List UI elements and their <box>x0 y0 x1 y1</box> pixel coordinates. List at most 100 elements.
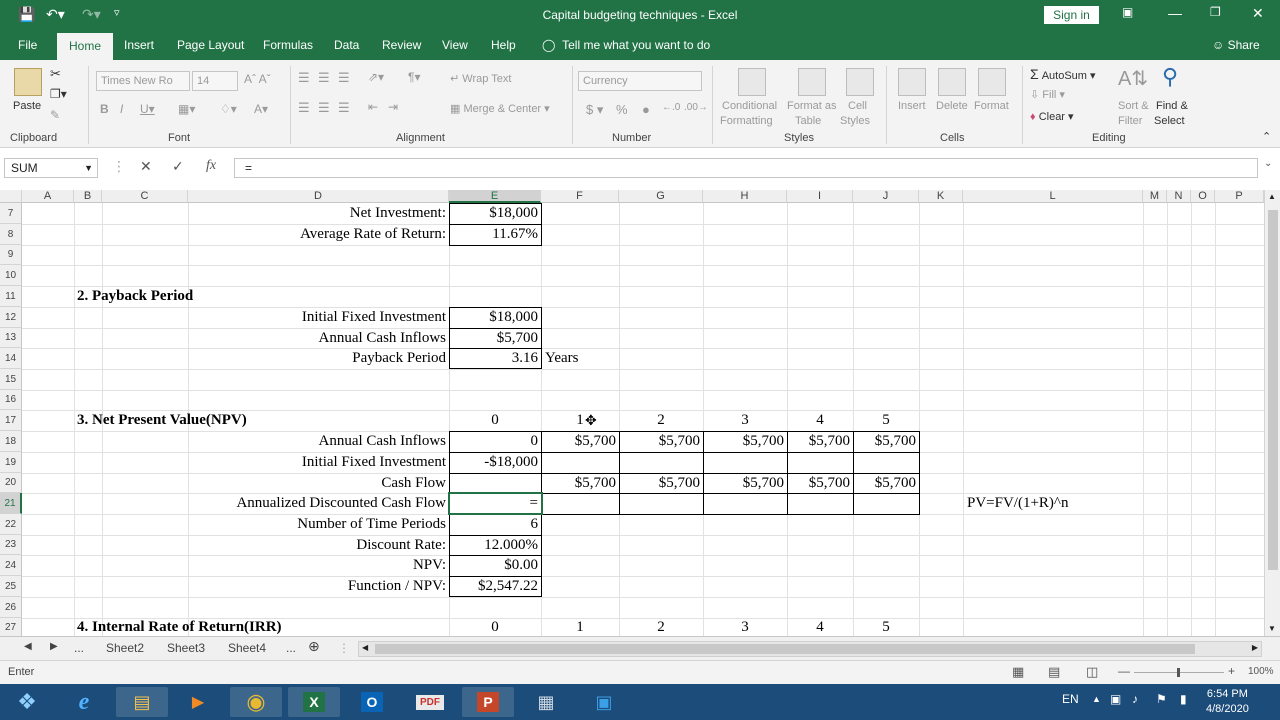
tab-insert[interactable]: Insert <box>124 30 154 60</box>
tab-review[interactable]: Review <box>382 30 421 60</box>
cell-g18[interactable]: $5,700 <box>619 431 700 451</box>
fill-button[interactable]: ⇩ Fill ▾ <box>1030 88 1065 101</box>
collapse-ribbon-icon[interactable]: ⌃ <box>1262 130 1271 143</box>
cell-styles-icon[interactable] <box>846 68 874 96</box>
input-language[interactable]: EN <box>1062 692 1079 706</box>
scroll-up-icon[interactable]: ▲ <box>1268 192 1276 201</box>
insert-cells-button[interactable]: Insert <box>898 100 926 112</box>
horizontal-scrollbar[interactable]: ◀ ▶ <box>358 641 1262 657</box>
format-cells-icon[interactable] <box>978 68 1006 96</box>
accounting-format-icon[interactable]: $ ▾ <box>586 102 603 118</box>
cell-g20[interactable]: $5,700 <box>619 473 700 493</box>
media-player-icon[interactable]: ▶ <box>172 687 224 717</box>
paste-button[interactable]: Paste <box>13 100 41 112</box>
cell-d22[interactable]: Number of Time Periods <box>188 514 446 534</box>
align-center-icon[interactable]: ☰ <box>318 100 330 116</box>
cell-j20[interactable]: $5,700 <box>853 473 916 493</box>
network-adapter-icon[interactable]: ▣ <box>1110 692 1121 706</box>
cell-d7[interactable]: Net Investment: <box>188 203 446 223</box>
row-header-14[interactable]: 14 <box>0 348 22 369</box>
sheet-ellipsis-left[interactable]: ... <box>74 641 84 655</box>
text-direction-icon[interactable]: ¶▾ <box>408 70 420 84</box>
row-header-26[interactable]: 26 <box>0 597 22 618</box>
borders-icon[interactable]: ▦▾ <box>178 102 195 116</box>
cell-i20[interactable]: $5,700 <box>787 473 850 493</box>
cell-i18[interactable]: $5,700 <box>787 431 850 451</box>
row-header-17[interactable]: 17 <box>0 410 22 431</box>
column-header-f[interactable]: F <box>541 190 619 203</box>
formula-input[interactable]: = <box>234 158 1258 178</box>
cell-l21[interactable]: PV=FV/(1+R)^n <box>967 493 1068 513</box>
row-header-11[interactable]: 11 <box>0 286 22 307</box>
zoom-level[interactable]: 100% <box>1248 666 1274 677</box>
cut-icon[interactable]: ✂ <box>50 66 61 82</box>
find-select-button-line2[interactable]: Select <box>1154 115 1185 127</box>
column-header-d[interactable]: D <box>188 190 449 203</box>
column-header-b[interactable]: B <box>74 190 102 203</box>
row-header-19[interactable]: 19 <box>0 452 22 473</box>
tab-data[interactable]: Data <box>334 30 359 60</box>
zoom-slider-thumb[interactable] <box>1177 668 1180 677</box>
comma-style-icon[interactable]: ● <box>642 102 650 117</box>
cell-h17[interactable]: 3 <box>703 410 787 430</box>
column-header-p[interactable]: P <box>1215 190 1264 203</box>
row-header-8[interactable]: 8 <box>0 224 22 245</box>
row-header-16[interactable]: 16 <box>0 390 22 410</box>
tab-view[interactable]: View <box>442 30 468 60</box>
sheet-ellipsis-right[interactable]: ... <box>286 641 296 655</box>
vertical-scrollbar[interactable]: ▲ ▼ <box>1264 190 1280 636</box>
font-name-combo[interactable]: Times New Ro <box>96 71 190 91</box>
number-format-combo[interactable]: Currency <box>578 71 702 91</box>
insert-cells-icon[interactable] <box>898 68 926 96</box>
find-select-button[interactable]: Find & <box>1156 100 1188 112</box>
name-box[interactable]: SUM ▼ <box>4 158 98 178</box>
share-button[interactable]: ☺ Share <box>1212 30 1260 60</box>
align-right-icon[interactable]: ☰ <box>338 100 350 116</box>
format-painter-icon[interactable]: ✎ <box>50 108 60 122</box>
prev-sheet-icon[interactable]: ◀ <box>24 641 32 652</box>
cell-j17[interactable]: 5 <box>853 410 919 430</box>
column-header-e[interactable]: E <box>449 190 541 203</box>
cell-e27[interactable]: 0 <box>449 617 541 636</box>
scroll-down-icon[interactable]: ▼ <box>1268 624 1276 633</box>
row-header-27[interactable]: 27 <box>0 618 22 636</box>
cell-f20[interactable]: $5,700 <box>541 473 616 493</box>
minimize-icon[interactable]: — <box>1168 5 1182 21</box>
cell-j18[interactable]: $5,700 <box>853 431 916 451</box>
tab-formulas[interactable]: Formulas <box>263 30 313 60</box>
cell-d24[interactable]: NPV: <box>188 555 446 575</box>
cell-d13[interactable]: Annual Cash Inflows <box>188 328 447 348</box>
cell-e18[interactable]: 0 <box>449 431 539 451</box>
signal-icon[interactable]: ▮ <box>1180 692 1187 706</box>
cell-e17[interactable]: 0 <box>449 410 541 430</box>
tab-split-icon[interactable]: ⋮ <box>338 641 350 655</box>
select-all-corner[interactable] <box>0 190 22 203</box>
cell-g27[interactable]: 2 <box>619 617 703 636</box>
increase-indent-icon[interactable]: ⇥ <box>388 100 398 114</box>
increase-decimal-icon[interactable]: ←.0 <box>662 102 680 113</box>
column-header-h[interactable]: H <box>703 190 787 203</box>
cell-d18[interactable]: Annual Cash Inflows <box>188 431 447 451</box>
powerpoint-icon[interactable]: P <box>462 687 514 717</box>
file-explorer-icon[interactable]: ▤ <box>116 687 168 717</box>
row-header-13[interactable]: 13 <box>0 328 22 348</box>
column-header-j[interactable]: J <box>853 190 919 203</box>
cell-e22[interactable]: 6 <box>449 514 539 534</box>
vertical-scroll-thumb[interactable] <box>1268 210 1278 570</box>
cell-e24[interactable]: $0.00 <box>449 555 538 575</box>
format-as-table-button-line2[interactable]: Table <box>795 115 821 127</box>
row-header-10[interactable]: 10 <box>0 265 22 286</box>
cell-e13[interactable]: $5,700 <box>449 328 538 348</box>
cell-f14[interactable]: Years <box>545 348 578 368</box>
wrap-text-button[interactable]: ↵ Wrap Text <box>450 72 511 85</box>
cell-f18[interactable]: $5,700 <box>541 431 616 451</box>
enter-entry-icon[interactable]: ✓ <box>172 158 184 175</box>
font-color-icon[interactable]: A▾ <box>254 102 268 116</box>
column-header-k[interactable]: K <box>919 190 963 203</box>
delete-cells-icon[interactable] <box>938 68 966 96</box>
align-top-icon[interactable]: ☰ <box>298 70 310 86</box>
cell-d25[interactable]: Function / NPV: <box>188 576 446 596</box>
cell-g17[interactable]: 2 <box>619 410 703 430</box>
cell-b11[interactable]: 2. Payback Period <box>77 286 193 306</box>
clear-button[interactable]: ♦ Clear ▾ <box>1030 110 1074 123</box>
